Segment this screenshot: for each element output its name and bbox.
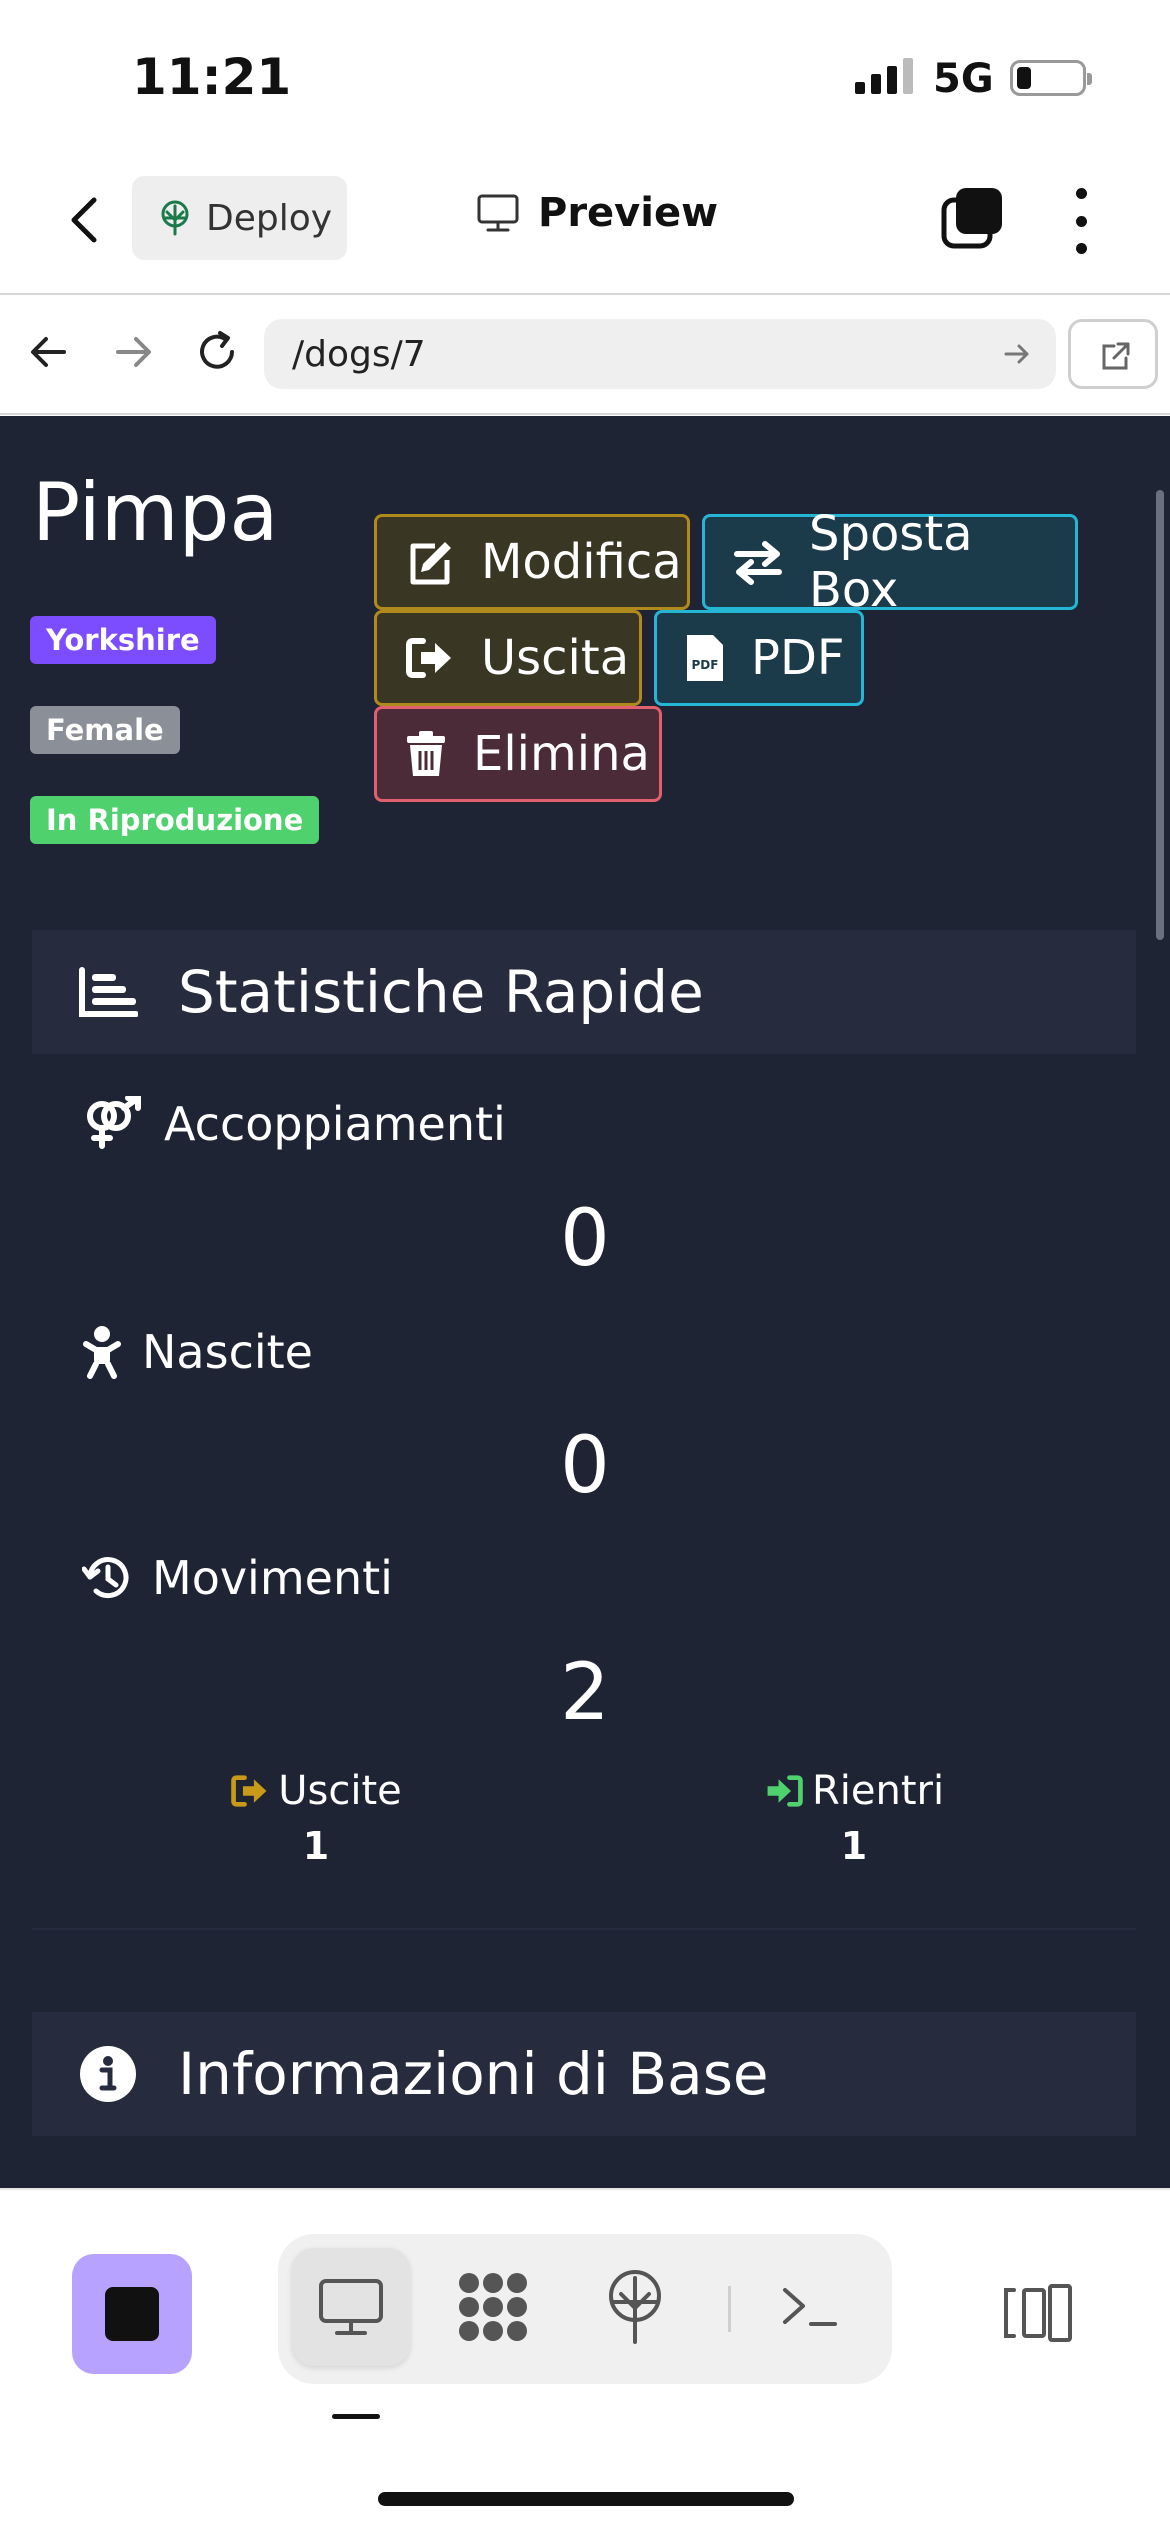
monitor-icon: [319, 2279, 383, 2335]
info-title: Informazioni di Base: [178, 2040, 769, 2108]
exit-button[interactable]: Uscita: [374, 610, 642, 706]
delete-label: Elimina: [473, 726, 650, 782]
external-link-icon: [1102, 342, 1130, 370]
layers-icon[interactable]: [940, 186, 1006, 252]
reload-icon[interactable]: [192, 327, 242, 377]
workflow-tab[interactable]: [434, 2248, 552, 2366]
stop-button[interactable]: [72, 2254, 192, 2374]
deploy-tree-icon: [161, 200, 189, 236]
divider: [728, 2286, 731, 2332]
info-circle-icon: [80, 2046, 136, 2102]
kebab-icon[interactable]: [1066, 188, 1096, 254]
app-bar: Deploy Preview: [0, 150, 1170, 295]
view-switcher: [278, 2234, 892, 2384]
page-title: Pimpa: [32, 466, 279, 559]
edit-icon: [410, 542, 451, 585]
deploy-button[interactable]: Deploy: [132, 176, 347, 260]
status-time: 11:21: [132, 48, 292, 106]
svg-text:PDF: PDF: [692, 658, 719, 672]
console-tab[interactable]: [750, 2248, 868, 2366]
network-label: 5G: [933, 56, 994, 102]
trash-icon: [407, 731, 445, 776]
status-badge: In Riproduzione: [30, 796, 320, 844]
file-pdf-icon: PDF: [687, 635, 723, 681]
url-text: /dogs/7: [292, 333, 426, 375]
deploy-tree-icon: [609, 2270, 661, 2344]
preview-title[interactable]: Preview: [476, 190, 718, 236]
active-tab-indicator: [332, 2414, 380, 2419]
monitor-icon: [477, 194, 519, 232]
swap-icon: [734, 541, 782, 585]
home-indicator: [378, 2492, 794, 2506]
edit-button[interactable]: Modifica: [374, 514, 690, 610]
arrow-right-icon[interactable]: [108, 327, 158, 377]
page-content: Pimpa Yorkshire Female In Riproduzione M…: [0, 416, 1170, 2188]
panel-switch-icon[interactable]: [1002, 2282, 1074, 2348]
signal-icon: [855, 58, 913, 94]
delete-button[interactable]: Elimina: [374, 706, 662, 802]
external-link-button[interactable]: [1068, 319, 1158, 389]
breed-badge: Yorkshire: [30, 616, 216, 664]
browser-bar: /dogs/7: [0, 297, 1170, 415]
preview-label: Preview: [538, 190, 719, 236]
info-card-header: Informazioni di Base: [32, 2012, 1136, 2136]
preview-tab[interactable]: [292, 2248, 410, 2366]
terminal-icon: [783, 2288, 837, 2326]
pdf-button[interactable]: PDF PDF: [654, 610, 864, 706]
edit-label: Modifica: [481, 534, 682, 590]
chevron-left-icon[interactable]: [60, 190, 110, 250]
grid-blob-icon: [459, 2273, 527, 2341]
deploy-label: Deploy: [206, 197, 333, 239]
sex-badge: Female: [30, 706, 180, 754]
go-arrow-icon[interactable]: [1000, 337, 1034, 371]
battery-icon: [1010, 60, 1092, 96]
bottom-toolbar: [0, 2188, 1170, 2532]
url-bar[interactable]: /dogs/7: [264, 319, 1056, 389]
status-bar: 11:21 5G: [0, 0, 1170, 150]
scrollbar[interactable]: [1156, 490, 1164, 940]
pdf-label: PDF: [751, 630, 845, 686]
move-box-button[interactable]: Sposta Box: [702, 506, 1078, 618]
deploy-tab[interactable]: [576, 2248, 694, 2366]
exit-label: Uscita: [481, 630, 630, 686]
sign-out-icon: [406, 638, 451, 678]
move-box-label: Sposta Box: [809, 506, 973, 618]
arrow-left-icon[interactable]: [24, 327, 74, 377]
